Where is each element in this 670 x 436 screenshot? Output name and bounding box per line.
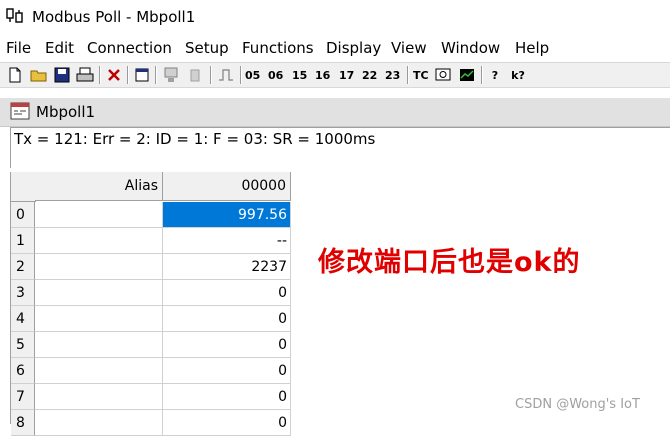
annotation-text: 修改端口后也是ok的 — [318, 247, 581, 278]
row-header[interactable]: 6 — [11, 358, 35, 384]
function-16-button[interactable]: 16 — [315, 66, 330, 84]
toolbar-separator — [240, 66, 242, 84]
function-17-button[interactable]: 17 — [339, 66, 354, 84]
alias-cell[interactable] — [35, 280, 163, 306]
value-cell[interactable]: -- — [163, 228, 291, 254]
alias-cell[interactable] — [35, 306, 163, 332]
alias-cell[interactable] — [35, 410, 163, 436]
toolbar-separator — [127, 66, 129, 84]
print-icon[interactable] — [76, 66, 94, 84]
alias-cell[interactable] — [35, 228, 163, 254]
toolbar-separator — [210, 66, 212, 84]
new-file-icon[interactable] — [8, 66, 22, 84]
table-row: 4 0 — [11, 306, 293, 332]
register-grid: Alias 00000 0 997.56 1 -- 2 2237 3 0 4 0… — [10, 172, 293, 436]
menu-bar: File Edit Connection Setup Functions Dis… — [0, 36, 670, 60]
value-cell[interactable]: 2237 — [163, 254, 291, 280]
child-window-title: Mbpoll1 — [36, 103, 96, 121]
whats-this-help-icon[interactable]: k? — [510, 66, 526, 84]
modbus-app-icon — [6, 8, 23, 23]
value-cell[interactable]: 997.56 — [163, 202, 291, 228]
table-row: 8 0 — [11, 410, 293, 436]
function-06-button[interactable]: 06 — [268, 66, 283, 84]
value-cell[interactable]: 0 — [163, 306, 291, 332]
menu-edit[interactable]: Edit — [45, 39, 74, 57]
row-header[interactable]: 2 — [11, 254, 35, 280]
save-disk-icon[interactable] — [54, 66, 70, 84]
table-row: 3 0 — [11, 280, 293, 306]
table-row: 1 -- — [11, 228, 293, 254]
value-cell[interactable]: 0 — [163, 384, 291, 410]
value-cell[interactable]: 0 — [163, 410, 291, 436]
function-15-button[interactable]: 15 — [292, 66, 307, 84]
alias-cell[interactable] — [35, 254, 163, 280]
menu-help[interactable]: Help — [515, 39, 549, 57]
table-row: 6 0 — [11, 358, 293, 384]
status-text: Tx = 121: Err = 2: ID = 1: F = 03: SR = … — [14, 130, 376, 148]
row-header[interactable]: 1 — [11, 228, 35, 254]
table-row: 7 0 — [11, 384, 293, 410]
disconnect-icon[interactable] — [186, 66, 204, 84]
toolbar-separator — [99, 66, 101, 84]
table-row: 0 997.56 — [11, 202, 293, 228]
menu-view[interactable]: View — [391, 39, 427, 57]
menu-window[interactable]: Window — [441, 39, 500, 57]
row-header[interactable]: 8 — [11, 410, 35, 436]
menu-functions[interactable]: Functions — [242, 39, 314, 57]
connect-icon[interactable] — [162, 66, 180, 84]
row-header[interactable]: 4 — [11, 306, 35, 332]
alias-cell[interactable] — [35, 202, 163, 228]
grid-corner[interactable] — [11, 172, 36, 202]
value-cell[interactable]: 0 — [163, 280, 291, 306]
chart-icon[interactable] — [458, 66, 476, 84]
row-header[interactable]: 0 — [11, 202, 35, 228]
title-bar: Modbus Poll - Mbpoll1 — [0, 0, 670, 34]
function-23-button[interactable]: 23 — [385, 66, 400, 84]
alias-cell[interactable] — [35, 358, 163, 384]
menu-connection[interactable]: Connection — [87, 39, 172, 57]
column-header-alias[interactable]: Alias — [35, 172, 163, 201]
watermark: CSDN @Wong's IoT — [515, 397, 640, 412]
alias-cell[interactable] — [35, 384, 163, 410]
window-icon[interactable] — [134, 66, 150, 84]
delete-x-icon[interactable] — [106, 66, 122, 84]
table-row: 5 0 — [11, 332, 293, 358]
window-title: Modbus Poll - Mbpoll1 — [32, 8, 196, 26]
open-folder-icon[interactable] — [30, 66, 48, 84]
pulse-icon[interactable] — [217, 66, 235, 84]
toolbar-separator — [407, 66, 409, 84]
table-row: 2 2237 — [11, 254, 293, 280]
function-05-button[interactable]: 05 — [245, 66, 260, 84]
function-22-button[interactable]: 22 — [362, 66, 377, 84]
child-window-title-bar: Mbpoll1 — [0, 98, 670, 127]
document-window-icon — [10, 102, 30, 120]
column-header-address[interactable]: 00000 — [163, 172, 291, 201]
help-icon[interactable]: ? — [489, 66, 501, 84]
menu-file[interactable]: File — [6, 39, 31, 57]
toolbar: 05 06 15 16 17 22 23 TC ? k? — [0, 62, 670, 88]
menu-display[interactable]: Display — [326, 39, 381, 57]
monitor-icon[interactable] — [434, 66, 452, 84]
toolbar-separator — [155, 66, 157, 84]
row-header[interactable]: 7 — [11, 384, 35, 410]
tc-button[interactable]: TC — [413, 66, 429, 84]
row-header[interactable]: 5 — [11, 332, 35, 358]
menu-setup[interactable]: Setup — [185, 39, 229, 57]
row-header[interactable]: 3 — [11, 280, 35, 306]
toolbar-separator — [481, 66, 483, 84]
value-cell[interactable]: 0 — [163, 332, 291, 358]
alias-cell[interactable] — [35, 332, 163, 358]
value-cell[interactable]: 0 — [163, 358, 291, 384]
status-line: Tx = 121: Err = 2: ID = 1: F = 03: SR = … — [10, 127, 670, 168]
